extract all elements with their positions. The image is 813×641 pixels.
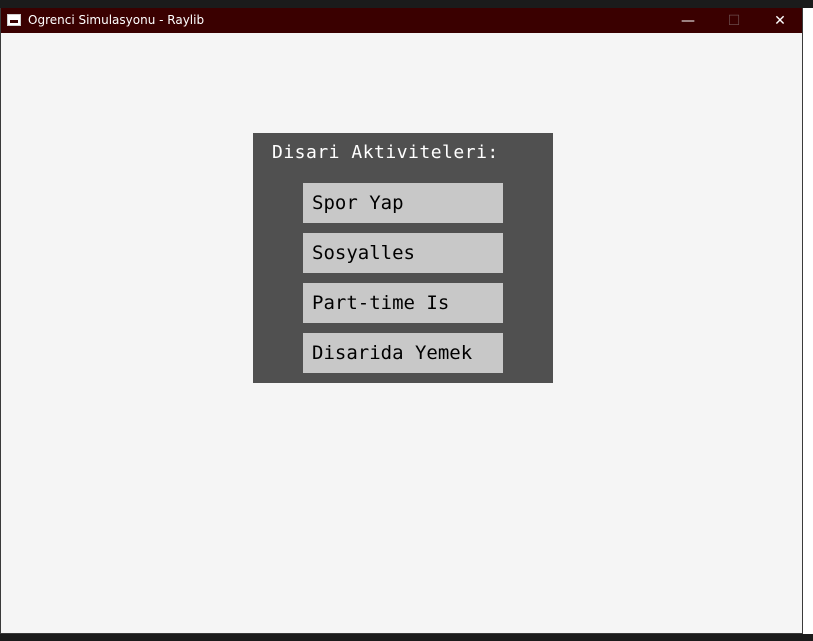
title-bar[interactable]: Ogrenci Simulasyonu - Raylib — ☐ ✕ (1, 8, 802, 33)
window-title: Ogrenci Simulasyonu - Raylib (28, 13, 205, 27)
app-window: Ogrenci Simulasyonu - Raylib — ☐ ✕ Disar… (0, 8, 803, 634)
game-canvas: Disari Aktiviteleri: Spor Yap Sosyalles … (1, 33, 802, 633)
desktop-background-bottom (0, 634, 813, 641)
minimize-button[interactable]: — (665, 8, 711, 33)
sosyalles-button[interactable]: Sosyalles (303, 233, 503, 273)
desktop-background-top (0, 0, 813, 8)
part-time-is-button[interactable]: Part-time Is (303, 283, 503, 323)
close-button[interactable]: ✕ (757, 8, 803, 33)
disarida-yemek-button[interactable]: Disarida Yemek (303, 333, 503, 373)
app-icon (7, 14, 21, 26)
activities-panel: Disari Aktiviteleri: Spor Yap Sosyalles … (253, 133, 553, 383)
maximize-button[interactable]: ☐ (711, 8, 757, 33)
spor-yap-button[interactable]: Spor Yap (303, 183, 503, 223)
panel-title: Disari Aktiviteleri: (272, 142, 499, 163)
